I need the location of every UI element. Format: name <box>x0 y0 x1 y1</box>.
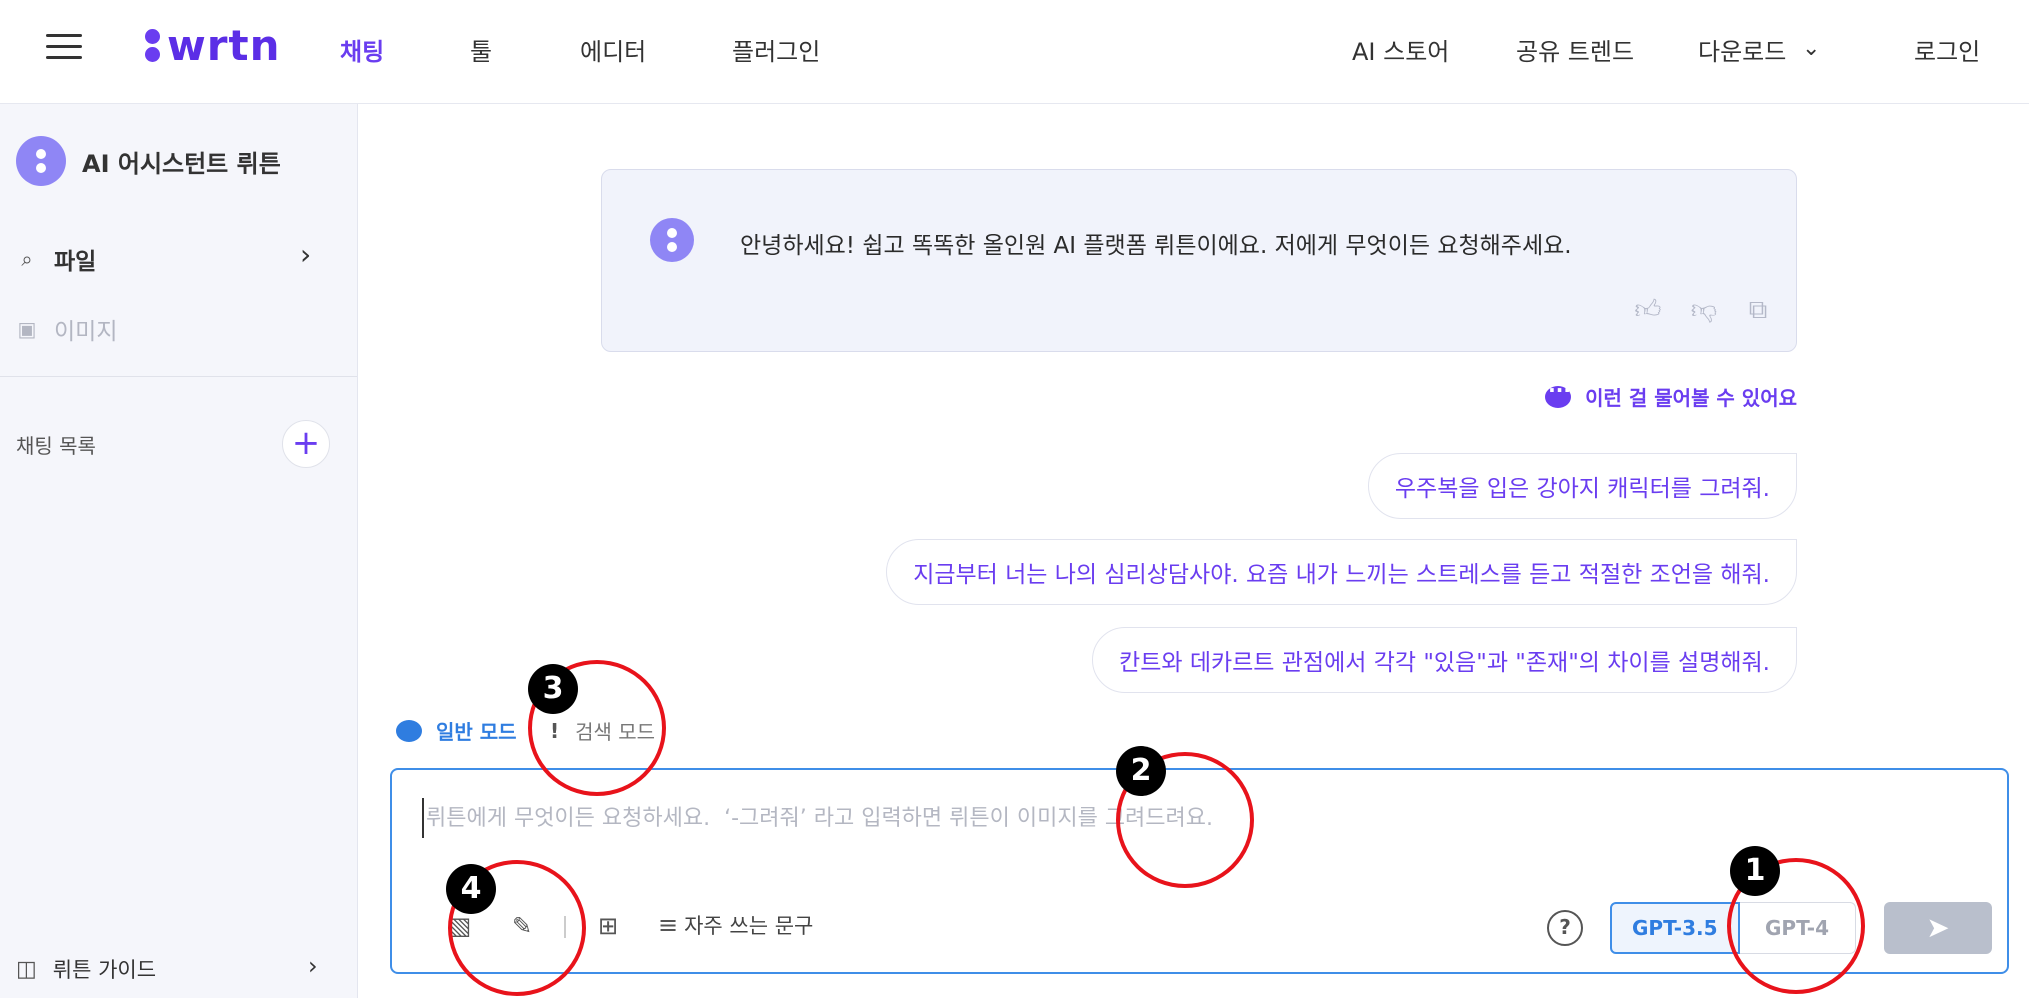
nav-plugin[interactable]: 플러그인 <box>732 32 820 67</box>
nav-ai-store[interactable]: AI 스토어 <box>1352 32 1449 67</box>
welcome-text: 안녕하세요! 쉽고 똑똑한 올인원 AI 플랫폼 뤼튼이에요. 저에게 무엇이든… <box>740 233 1572 259</box>
model-gpt-3-5-button[interactable]: GPT-3.5 <box>1610 902 1740 954</box>
normal-mode-button[interactable]: 일반 모드 <box>396 716 517 745</box>
image-icon: ▣ <box>17 317 37 341</box>
chevron-right-icon[interactable]: › <box>308 952 318 980</box>
suggestion-title: 이런 걸 물어볼 수 있어요 <box>1545 378 1797 411</box>
nav-share-trend[interactable]: 공유 트렌드 <box>1516 32 1634 67</box>
suggestion-chip[interactable]: 우주복을 입은 강아지 캐릭터를 그려줘. <box>1367 453 1797 519</box>
chat-bubble-icon <box>1545 378 1572 408</box>
top-navigation-bar: wrtn 채팅 툴 에디터 플러그인 AI 스토어 공유 트렌드 다운로드 ⌄ … <box>0 0 2029 104</box>
chat-bubble-icon <box>396 719 422 742</box>
suggestion-chip[interactable]: 칸트와 데카르트 관점에서 각각 "있음"과 "존재"의 차이를 설명해줘. <box>1092 627 1797 693</box>
sidebar-item-label: 파일 <box>54 249 97 275</box>
annotation-number: 2 <box>1116 746 1166 796</box>
chevron-right-icon[interactable]: › <box>300 238 311 271</box>
suggestion-title-text: 이런 걸 물어볼 수 있어요 <box>1585 386 1797 410</box>
sidebar-item-image[interactable]: ▣ 이미지 <box>16 312 118 346</box>
chat-list-title: 채팅 목록 <box>16 430 96 459</box>
thumbs-up-icon[interactable]: 👍︎ <box>1632 294 1664 326</box>
annotation-number: 4 <box>446 864 496 914</box>
add-chat-button[interactable]: + <box>282 420 330 468</box>
sidebar-item-file[interactable]: ⌕ 파일 <box>16 242 96 276</box>
nav-editor[interactable]: 에디터 <box>580 32 646 67</box>
paperclip-icon: ⌕ <box>21 247 33 271</box>
avatar <box>650 218 694 262</box>
chat-list-label: 채팅 목록 <box>16 434 96 458</box>
welcome-message-card: 안녕하세요! 쉽고 똑똑한 올인원 AI 플랫폼 뤼튼이에요. 저에게 무엇이든… <box>601 169 1797 352</box>
sidebar-item-guide[interactable]: ◫ 뤼튼 가이드 <box>16 954 156 984</box>
nav-chat[interactable]: 채팅 <box>340 32 384 67</box>
chevron-down-icon[interactable]: ⌄ <box>1802 36 1820 61</box>
help-icon[interactable]: ? <box>1547 910 1583 946</box>
sidebar: AI 어시스턴트 뤼튼 ⌕ 파일 › ▣ 이미지 채팅 목록 + ◫ 뤼튼 가이… <box>0 104 358 998</box>
logo-text: wrtn <box>167 20 281 70</box>
logo-dots-icon <box>145 27 161 63</box>
hamburger-menu-icon[interactable] <box>46 34 82 64</box>
frequent-phrases-label: 자주 쓰는 문구 <box>684 914 814 938</box>
nav-login[interactable]: 로그인 <box>1914 32 1980 67</box>
avatar <box>16 136 66 186</box>
template-icon[interactable]: ⊞ <box>592 910 624 942</box>
copy-icon[interactable]: ⧉ <box>1742 294 1774 326</box>
assistant-name: AI 어시스턴트 뤼튼 <box>82 149 281 178</box>
normal-mode-label: 일반 모드 <box>436 720 517 744</box>
book-icon: ◫ <box>16 956 37 982</box>
sidebar-item-label: 뤼튼 가이드 <box>52 958 157 982</box>
send-button[interactable]: ➤ <box>1884 902 1992 954</box>
thumbs-down-icon[interactable]: 👎︎ <box>1688 294 1720 326</box>
annotation-number: 3 <box>528 664 578 714</box>
nav-tools[interactable]: 툴 <box>470 32 492 67</box>
frequent-phrases-button[interactable]: ≡ 자주 쓰는 문구 <box>658 910 813 940</box>
list-add-icon: ≡ <box>658 911 679 939</box>
assistant-profile[interactable]: AI 어시스턴트 뤼튼 <box>16 136 281 186</box>
nav-download[interactable]: 다운로드 <box>1698 32 1786 67</box>
suggestion-chip[interactable]: 지금부터 너는 나의 심리상담사야. 요즘 내가 느끼는 스트레스를 듣고 적절… <box>886 539 1797 605</box>
annotation-number: 1 <box>1730 846 1780 896</box>
divider <box>0 376 357 377</box>
wrtn-logo[interactable]: wrtn <box>145 20 281 70</box>
sidebar-item-label: 이미지 <box>54 319 118 345</box>
